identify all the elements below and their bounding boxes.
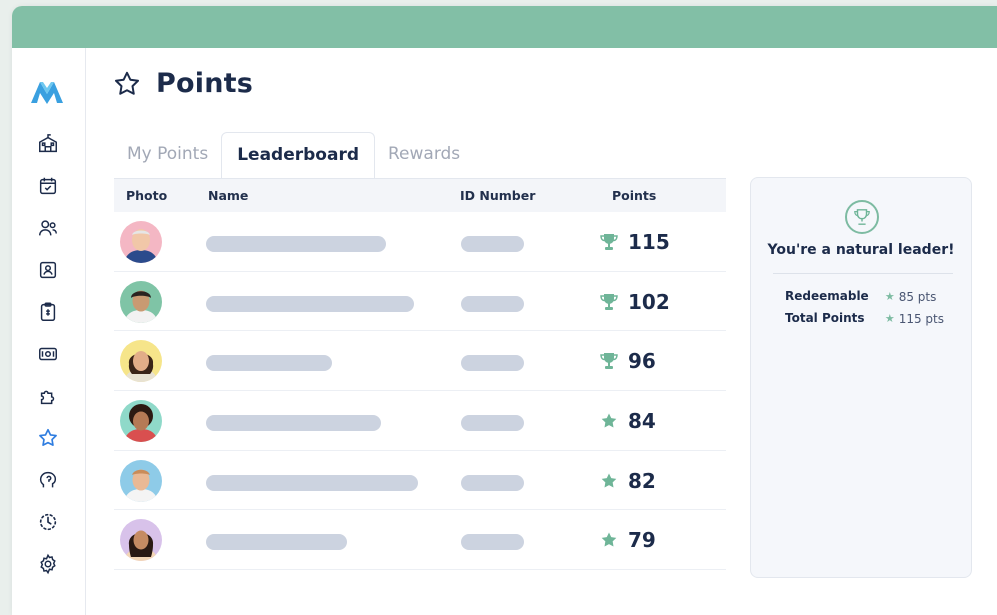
points-cell: 102 [599, 288, 670, 316]
money-icon[interactable] [36, 342, 60, 366]
points-value: 79 [628, 528, 656, 553]
points-value: 82 [628, 468, 656, 493]
points-value: 96 [628, 349, 656, 374]
id-placeholder [461, 415, 524, 432]
calendar-check-icon[interactable] [36, 174, 60, 198]
users-icon[interactable] [36, 216, 60, 240]
table-row[interactable]: 79 [114, 510, 726, 571]
id-placeholder [461, 534, 524, 551]
table-header: Photo Name ID Number Points [114, 179, 726, 212]
id-placeholder [461, 474, 524, 491]
table-row[interactable]: 102 [114, 272, 726, 332]
total-points-value: 115 pts [898, 311, 944, 326]
name-placeholder [206, 355, 332, 372]
star-icon[interactable] [36, 426, 60, 450]
total-points-row: Total Points ★ 115 pts [785, 311, 955, 326]
main-content: Points My Points Leaderboard Rewards Pho… [86, 48, 997, 615]
divider [773, 273, 953, 274]
tab-rewards[interactable]: Rewards [375, 132, 473, 178]
clipboard-icon[interactable] [36, 300, 60, 324]
top-bar [12, 6, 997, 48]
star-outline-icon [115, 71, 139, 95]
name-placeholder [206, 236, 386, 252]
name-placeholder [206, 474, 418, 491]
school-icon[interactable] [36, 132, 60, 156]
id-placeholder [461, 355, 524, 372]
redeemable-label: Redeemable [785, 289, 869, 303]
tab-leaderboard[interactable]: Leaderboard [221, 132, 375, 178]
star-icon [599, 530, 619, 550]
app-window: Points My Points Leaderboard Rewards Pho… [12, 6, 997, 615]
points-cell: 82 [599, 467, 656, 495]
table-row[interactable]: 82 [114, 451, 726, 511]
id-card-icon[interactable] [36, 258, 60, 282]
brain-icon[interactable] [36, 468, 60, 492]
points-value: 102 [628, 289, 670, 314]
column-header-photo[interactable]: Photo [126, 188, 167, 203]
points-value: 84 [628, 409, 656, 434]
name-placeholder [206, 415, 381, 432]
avatar [120, 221, 162, 263]
page-title: Points [156, 68, 253, 99]
points-cell: 84 [599, 407, 656, 435]
tab-my-points[interactable]: My Points [114, 132, 221, 178]
puzzle-icon[interactable] [36, 384, 60, 408]
column-header-id[interactable]: ID Number [460, 188, 535, 203]
table-row[interactable]: 84 [114, 391, 726, 451]
summary-card: You're a natural leader! Redeemable ★ 85 … [750, 177, 972, 578]
avatar [120, 519, 162, 562]
trophy-icon [599, 232, 619, 252]
sidebar [12, 48, 86, 615]
page-header: Points [112, 68, 253, 99]
star-icon: ★ [884, 312, 895, 325]
table-row[interactable]: 96 [114, 331, 726, 392]
avatar [120, 400, 162, 443]
leaderboard-table: Photo Name ID Number Points 115 102 96 8… [114, 178, 726, 571]
total-points-label: Total Points [785, 311, 865, 325]
avatar [120, 280, 162, 323]
trophy-icon [599, 292, 619, 312]
avatar [120, 459, 162, 502]
points-value: 115 [628, 230, 670, 254]
star-icon: ★ [884, 290, 895, 303]
table-row[interactable]: 115 [114, 212, 726, 272]
points-cell: 79 [599, 526, 656, 554]
redeemable-row: Redeemable ★ 85 pts [785, 289, 955, 304]
logo-icon[interactable] [29, 76, 65, 106]
name-placeholder [206, 295, 414, 312]
progress-icon[interactable] [36, 510, 60, 534]
column-header-name[interactable]: Name [208, 188, 248, 203]
trophy-icon [599, 351, 619, 371]
trophy-icon [845, 200, 879, 234]
tab-bar: My Points Leaderboard Rewards [114, 132, 473, 178]
column-header-points[interactable]: Points [612, 188, 656, 203]
id-placeholder [461, 236, 524, 252]
name-placeholder [206, 534, 347, 551]
avatar [120, 340, 162, 383]
id-placeholder [461, 295, 524, 312]
redeemable-value: 85 pts [898, 289, 937, 304]
summary-heading: You're a natural leader! [767, 242, 955, 258]
points-cell: 96 [599, 347, 656, 375]
settings-icon[interactable] [36, 552, 60, 576]
points-cell: 115 [599, 228, 670, 256]
star-icon [599, 411, 619, 431]
star-icon [599, 471, 619, 491]
